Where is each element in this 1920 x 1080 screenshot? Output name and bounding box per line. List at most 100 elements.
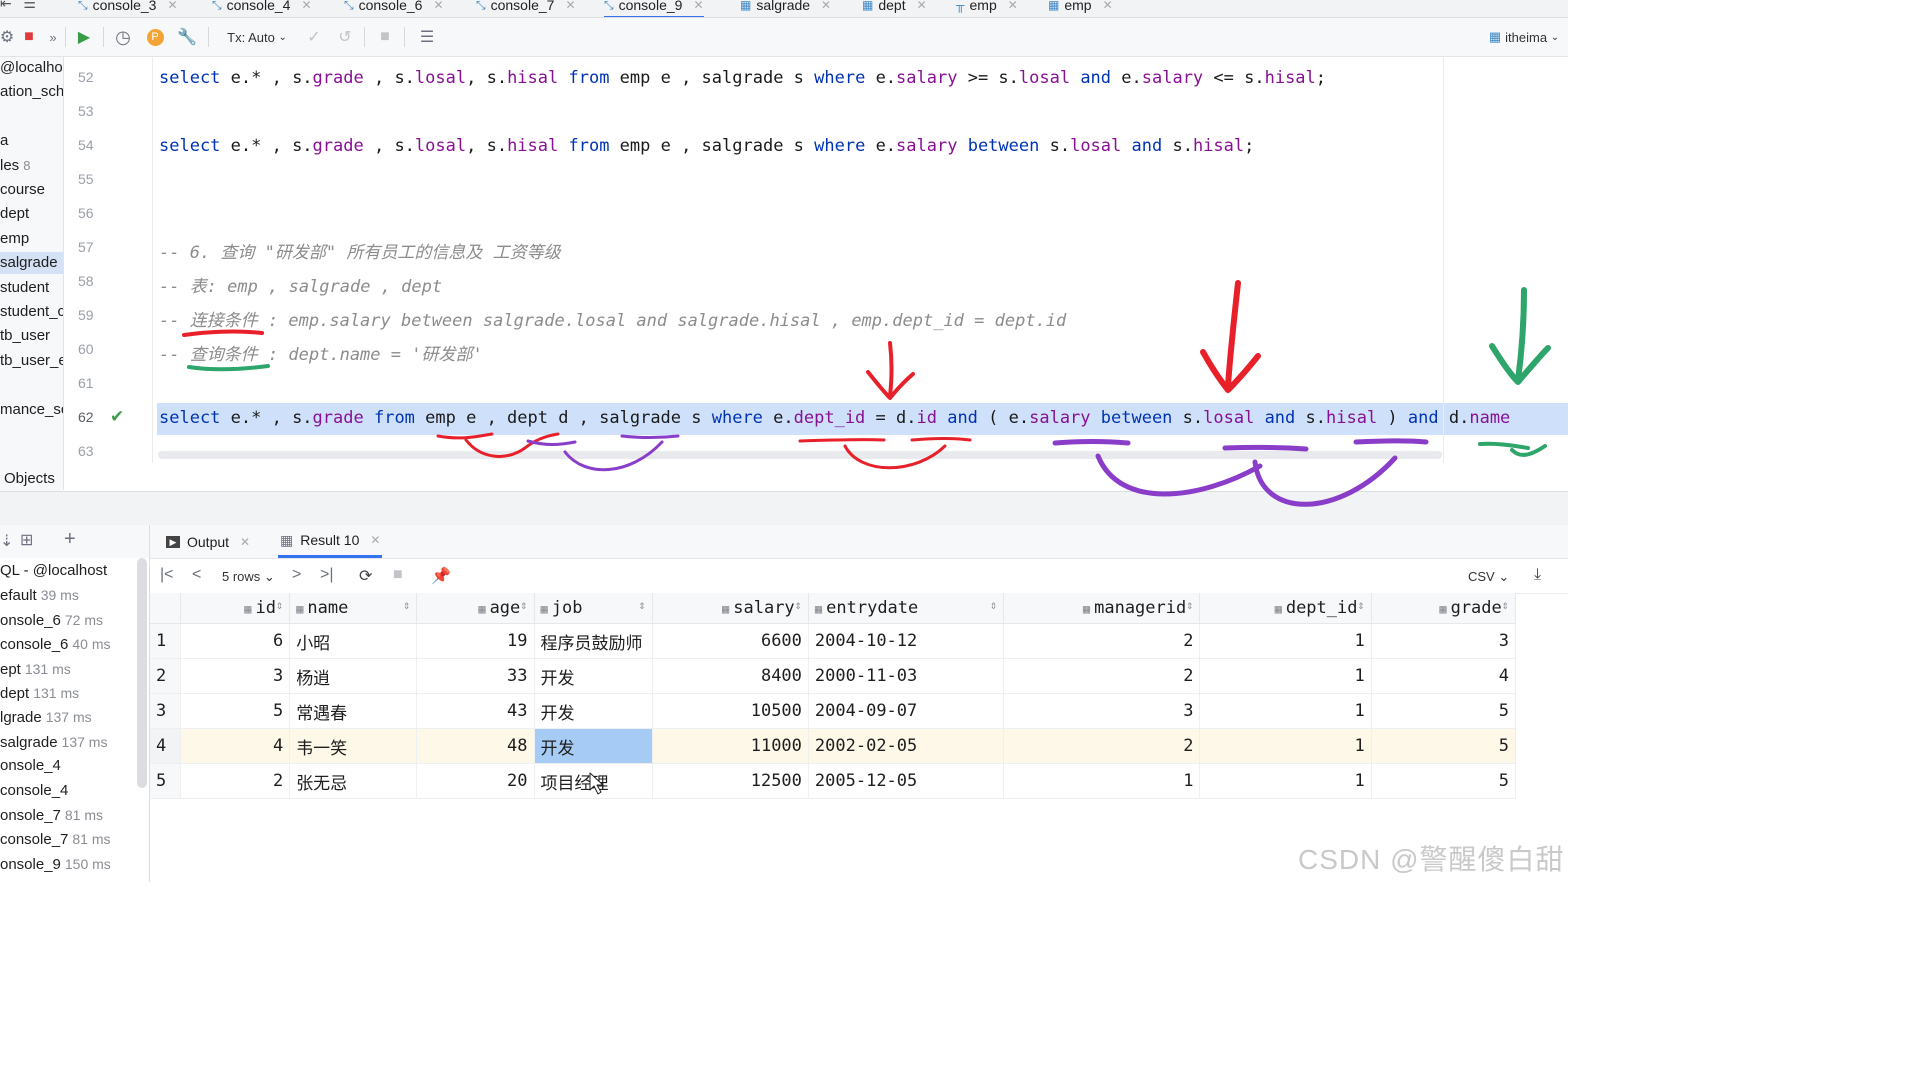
tree-item[interactable]: a [0, 130, 8, 152]
tree-item[interactable]: emp [0, 228, 29, 250]
column-header-job[interactable]: ▦ job ⇕ [534, 593, 653, 624]
cell-age[interactable]: 43 [416, 693, 535, 729]
cell-managerid[interactable]: 1 [1003, 763, 1201, 799]
tree-item[interactable]: dept [0, 203, 29, 225]
cell-job[interactable]: 项目经理 [534, 763, 653, 799]
close-icon[interactable]: ✕ [1103, 0, 1113, 12]
cell-job[interactable]: 开发 [534, 693, 653, 729]
sort-icon[interactable]: ⇕ [638, 598, 645, 612]
tree-item[interactable]: les 8 [0, 155, 30, 177]
tab-console-4[interactable]: ⤡ console_4 ✕ [212, 0, 312, 16]
history-icon[interactable]: ◷ [112, 25, 134, 49]
column-header-entrydate[interactable]: ▦ entrydate ⇕ [808, 593, 1005, 624]
cell-dept-id[interactable]: 1 [1199, 658, 1372, 694]
row-number[interactable]: 2 [150, 658, 182, 694]
cell-age[interactable]: 33 [416, 658, 535, 694]
sort-icon[interactable]: ⇕ [520, 598, 527, 612]
sql-editor[interactable]: select e.* , s.grade , s.losal, s.hisal … [152, 57, 1568, 463]
column-header-name[interactable]: ▦ name ⇕ [289, 593, 418, 624]
tab-output[interactable]: ▶ Output ✕ [166, 525, 250, 558]
cell-name[interactable]: 韦一笑 [289, 728, 418, 764]
rollback-icon[interactable]: ↺ [335, 25, 355, 49]
next-page-icon[interactable]: > [292, 566, 301, 584]
last-page-icon[interactable]: >| [320, 566, 334, 584]
export-format-dropdown[interactable]: CSV ⌄ [1468, 569, 1509, 585]
cell-salary[interactable]: 8400 [652, 658, 809, 694]
tab-emp-structure[interactable]: ╥ emp ✕ [956, 0, 1018, 16]
service-item[interactable]: onsole_6 72 ms [0, 608, 103, 632]
tree-item[interactable]: tb_user_e [0, 350, 63, 372]
cell-id[interactable]: 4 [180, 728, 291, 764]
cell-managerid[interactable]: 2 [1003, 728, 1201, 764]
commit-icon[interactable]: ✓ [304, 25, 324, 49]
pin-icon[interactable]: 📌 [431, 566, 451, 586]
sort-icon[interactable]: ⇕ [1186, 598, 1193, 612]
sort-icon[interactable]: ⇕ [1357, 598, 1364, 612]
table-row[interactable]: 5 2 张无忌 20 项目经理 12500 2005-12-05 1 1 5 [150, 763, 1517, 799]
row-number[interactable]: 5 [150, 763, 182, 799]
refresh-icon[interactable]: ⟳ [359, 566, 372, 586]
close-icon[interactable]: ✕ [917, 0, 927, 12]
sort-icon[interactable]: ⇕ [795, 598, 802, 612]
cell-salary[interactable]: 12500 [652, 763, 809, 799]
close-icon[interactable]: ✕ [301, 0, 311, 12]
sort-icon[interactable]: ⇕ [403, 598, 410, 612]
services-scrollbar[interactable] [137, 558, 147, 788]
wrench-icon[interactable]: ⚙ [0, 25, 14, 49]
rows-dropdown[interactable]: 5 rows ⌄ [222, 569, 275, 585]
profile-icon[interactable]: P [145, 25, 165, 49]
tab-console-7[interactable]: ⤡ console_7 ✕ [476, 0, 576, 16]
close-icon[interactable]: ✕ [565, 0, 575, 12]
close-icon[interactable]: ✕ [693, 0, 703, 12]
close-icon[interactable]: ✕ [821, 0, 831, 12]
tree-item[interactable]: course [0, 179, 45, 201]
cell-entrydate[interactable]: 2002-02-05 [808, 728, 1005, 764]
cell-managerid[interactable]: 2 [1003, 623, 1201, 659]
cell-entrydate[interactable]: 2005-12-05 [808, 763, 1005, 799]
collapse-icon[interactable]: ⇣ [0, 531, 13, 551]
first-page-icon[interactable]: |< [160, 566, 174, 584]
cell-grade[interactable]: 3 [1371, 623, 1517, 659]
add-icon[interactable]: + [64, 528, 76, 551]
cell-managerid[interactable]: 2 [1003, 658, 1201, 694]
tx-mode-dropdown[interactable]: Tx: Auto ⌄ [218, 25, 296, 49]
service-item[interactable]: efault 39 ms [0, 583, 79, 607]
table-row[interactable]: 4 4 韦一笑 48 开发 11000 2002-02-05 2 1 5 [150, 728, 1517, 764]
cell-grade[interactable]: 5 [1371, 693, 1517, 729]
cell-name[interactable]: 张无忌 [289, 763, 418, 799]
tree-item[interactable]: ation_sch [0, 81, 63, 103]
stop-icon[interactable]: ■ [393, 566, 403, 584]
row-number[interactable]: 1 [150, 623, 182, 659]
sort-icon[interactable]: ⇕ [1502, 598, 1509, 612]
more-icon[interactable]: » [46, 25, 60, 49]
cell-dept-id[interactable]: 1 [1199, 763, 1372, 799]
cell-name[interactable]: 杨逍 [289, 658, 418, 694]
cell-dept-id[interactable]: 1 [1199, 693, 1372, 729]
cell-id[interactable]: 5 [180, 693, 291, 729]
tree-item[interactable]: student [0, 277, 49, 299]
cell-managerid[interactable]: 3 [1003, 693, 1201, 729]
datasource-selector[interactable]: ▦ itheima ⌄ [1484, 25, 1564, 49]
cell-grade[interactable]: 4 [1371, 658, 1517, 694]
service-item[interactable]: onsole_7 81 ms [0, 803, 103, 827]
cell-salary[interactable]: 10500 [652, 693, 809, 729]
cell-dept-id[interactable]: 1 [1199, 728, 1372, 764]
row-number[interactable]: 3 [150, 693, 182, 729]
row-number[interactable]: 4 [150, 728, 182, 764]
close-icon[interactable]: ✕ [167, 0, 177, 12]
column-header-age[interactable]: ▦ age ⇕ [416, 593, 535, 624]
tab-console-9[interactable]: ⤡ console_9 ✕ [604, 0, 704, 17]
service-item[interactable]: onsole_4 [0, 754, 61, 778]
tree-item[interactable]: tb_user [0, 325, 50, 347]
cell-id[interactable]: 3 [180, 658, 291, 694]
service-item[interactable]: lgrade 137 ms [0, 705, 92, 729]
cell-salary[interactable]: 11000 [652, 728, 809, 764]
service-item[interactable]: console_6 40 ms [0, 632, 111, 656]
cancel-query-icon[interactable]: ■ [375, 25, 395, 49]
settings-wrench-icon[interactable]: 🔧 [176, 25, 198, 49]
menu-icon[interactable]: ⇤ ☰ [0, 0, 40, 15]
cell-job[interactable]: 程序员鼓励师 [534, 623, 653, 659]
prev-page-icon[interactable]: < [192, 566, 201, 584]
tab-console-3[interactable]: ⤡ console_3 ✕ [78, 0, 178, 16]
sort-icon[interactable]: ⇕ [276, 598, 283, 612]
